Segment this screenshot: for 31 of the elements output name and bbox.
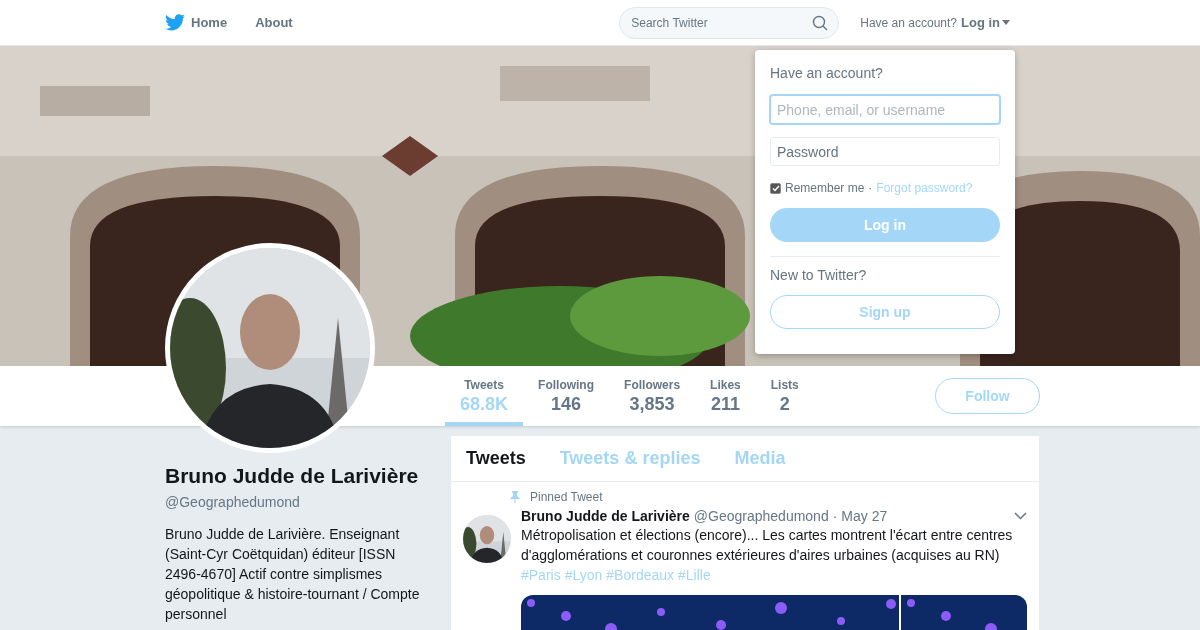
stat-tab[interactable]: Followers 3,853 <box>609 366 696 426</box>
profile-bio: Bruno Judde de Larivière. Enseignant (Saint-Cyr Coëtquidan) éditeur [ISSN 2496-4670] Actif contre simplismes géopolitique & histoire-tournant / Compte personnel <box>165 525 421 624</box>
tweet-handle[interactable]: @Geographedumond <box>693 508 829 524</box>
nav-link[interactable]: Home <box>165 14 228 31</box>
separator-dot: · <box>868 181 873 195</box>
stat-tab[interactable]: Lists 2 <box>755 366 814 426</box>
profile-name: Bruno Judde de Larivière <box>165 464 420 488</box>
profile-handle: @Geographedumond <box>165 494 301 510</box>
nav-link[interactable]: About <box>255 15 293 30</box>
tweet-author[interactable]: Bruno Judde de Larivière <box>521 508 690 524</box>
signup-heading: New to Twitter? <box>770 267 868 283</box>
pinned-label: Pinned Tweet <box>530 490 603 504</box>
stat-tab[interactable]: Tweets 68.8K <box>445 366 524 426</box>
bird-logo-icon <box>165 14 185 31</box>
stat-tab[interactable]: Following 146 <box>523 366 610 426</box>
login-link[interactable]: Log in <box>961 15 1010 30</box>
timeline-tab[interactable]: Tweets <box>466 448 526 469</box>
login-field[interactable]: Password <box>770 137 1000 166</box>
search-icon[interactable] <box>812 14 829 31</box>
account-prompt: Have an account? <box>860 15 957 30</box>
chevron-down-icon[interactable] <box>1014 512 1027 520</box>
remember-label: Remember me <box>785 181 865 195</box>
stat-tab[interactable]: Likes 211 <box>695 366 756 426</box>
tweet-date[interactable]: May 27 <box>841 508 888 524</box>
tweet-text: Métropolisation et élections (encore)... Les cartes montrent l'écart entre centres d'agglomérations et couronnes extérieures d'aires urbaines (acquises au RN) <box>521 526 1014 565</box>
caret-icon <box>1002 20 1010 25</box>
login-field[interactable]: Phone, email, or username <box>770 95 1000 124</box>
remember-checkbox[interactable] <box>770 182 781 194</box>
dropdown-heading: Have an account? <box>770 65 884 81</box>
search-field[interactable]: Search Twitter <box>619 6 840 39</box>
separator-dot: · <box>832 508 838 524</box>
